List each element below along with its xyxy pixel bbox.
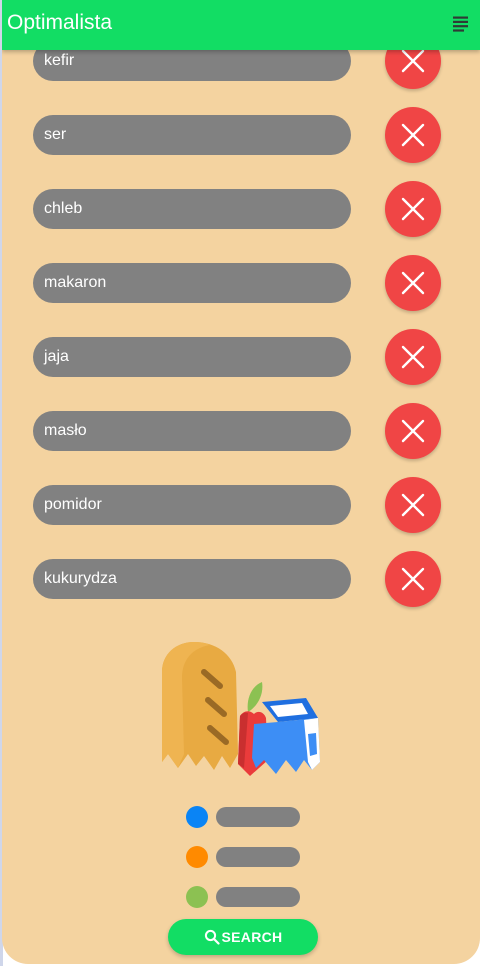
search-icon	[204, 929, 220, 945]
notes-menu-icon	[453, 16, 468, 32]
delete-button[interactable]	[385, 107, 441, 163]
legend-item	[186, 846, 306, 868]
search-button[interactable]: SEARCH	[168, 919, 318, 955]
list-item: makaron	[2, 255, 480, 311]
delete-button[interactable]	[385, 329, 441, 385]
item-label[interactable]: jaja	[33, 337, 351, 377]
list-item: masło	[2, 403, 480, 459]
item-label[interactable]: pomidor	[33, 485, 351, 525]
close-icon	[401, 123, 425, 147]
delete-button[interactable]	[385, 181, 441, 237]
close-icon	[401, 49, 425, 73]
screen: kefir ser chleb makaron jaja masło pomid…	[0, 0, 480, 966]
legend-bar	[216, 887, 300, 907]
list-item: chleb	[2, 181, 480, 237]
list-item: jaja	[2, 329, 480, 385]
legend-item	[186, 886, 306, 908]
legend-bar	[216, 847, 300, 867]
close-icon	[401, 419, 425, 443]
list-item: pomidor	[2, 477, 480, 533]
menu-button[interactable]	[452, 15, 470, 33]
close-icon	[401, 493, 425, 517]
legend-item	[186, 806, 306, 828]
close-icon	[401, 271, 425, 295]
legend-bar	[216, 807, 300, 827]
close-icon	[401, 567, 425, 591]
item-label[interactable]: ser	[33, 115, 351, 155]
legend-dot-blue	[186, 806, 208, 828]
search-button-content: SEARCH	[168, 919, 318, 955]
grocery-bag-illustration	[162, 642, 320, 776]
item-label[interactable]: makaron	[33, 263, 351, 303]
item-label[interactable]: chleb	[33, 189, 351, 229]
search-label: SEARCH	[221, 929, 283, 945]
list-item: kukurydza	[2, 551, 480, 607]
list-item: ser	[2, 107, 480, 163]
delete-button[interactable]	[385, 551, 441, 607]
delete-button[interactable]	[385, 477, 441, 533]
item-label[interactable]: kukurydza	[33, 559, 351, 599]
delete-button[interactable]	[385, 255, 441, 311]
app-title: Optimalista	[7, 11, 113, 34]
delete-button[interactable]	[385, 403, 441, 459]
app-container: kefir ser chleb makaron jaja masło pomid…	[2, 0, 480, 964]
close-icon	[401, 345, 425, 369]
close-icon	[401, 197, 425, 221]
legend-dot-orange	[186, 846, 208, 868]
item-label[interactable]: masło	[33, 411, 351, 451]
app-bar: Optimalista	[2, 0, 480, 50]
legend-dot-green	[186, 886, 208, 908]
